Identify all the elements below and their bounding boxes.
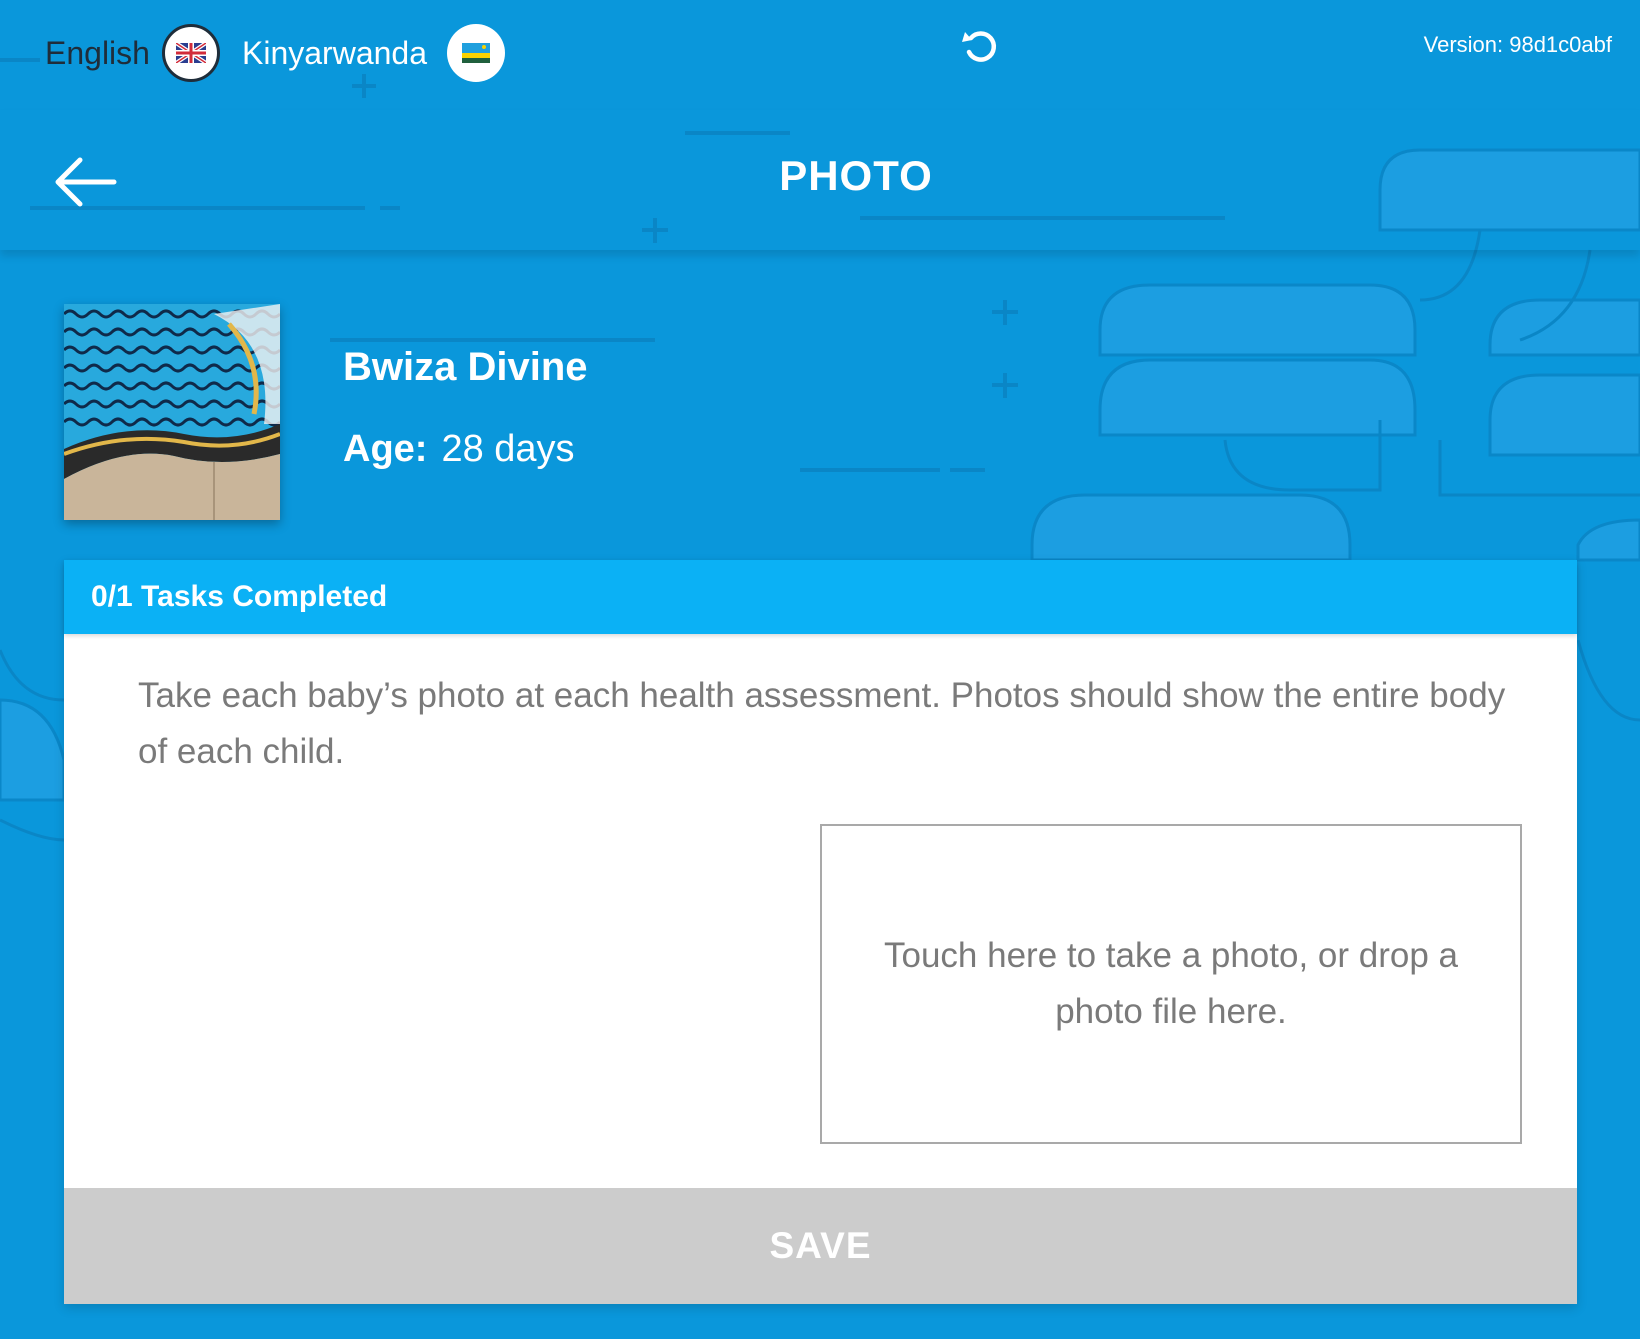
page-title: PHOTO <box>779 152 933 199</box>
language-english[interactable]: English <box>45 22 220 84</box>
language-kinyarwanda-label: Kinyarwanda <box>242 34 427 71</box>
page-header: PHOTO <box>0 110 1640 250</box>
photo-task-card: 0/1 Tasks Completed Take each baby’s pho… <box>64 560 1577 1304</box>
language-kinyarwanda[interactable]: Kinyarwanda <box>242 22 505 84</box>
photo-dropzone[interactable]: Touch here to take a photo, or drop a ph… <box>820 824 1522 1144</box>
language-bar: English Kinyarwanda Version: 98d1c0abf <box>0 0 1640 110</box>
save-button[interactable]: SAVE <box>64 1188 1577 1304</box>
patient-name: Bwiza Divine <box>343 345 588 389</box>
tasks-completed-label: 0/1 Tasks Completed <box>91 580 388 613</box>
dropzone-label: Touch here to take a photo, or drop a ph… <box>884 936 1458 1031</box>
version-label: Version: 98d1c0abf <box>1423 32 1612 57</box>
photo-instructions: Take each baby’s photo at each health as… <box>138 676 1506 771</box>
refresh-icon[interactable] <box>960 26 1000 66</box>
patient-photo <box>64 304 280 520</box>
patient-age: Age: 28 days <box>343 428 575 471</box>
age-label: Age: <box>343 428 428 470</box>
uk-flag-icon <box>161 24 220 82</box>
language-english-label: English <box>45 34 150 71</box>
rwanda-flag-icon <box>447 24 505 82</box>
tasks-progress-bar: 0/1 Tasks Completed <box>64 560 1577 634</box>
age-value: 28 days <box>441 428 575 470</box>
